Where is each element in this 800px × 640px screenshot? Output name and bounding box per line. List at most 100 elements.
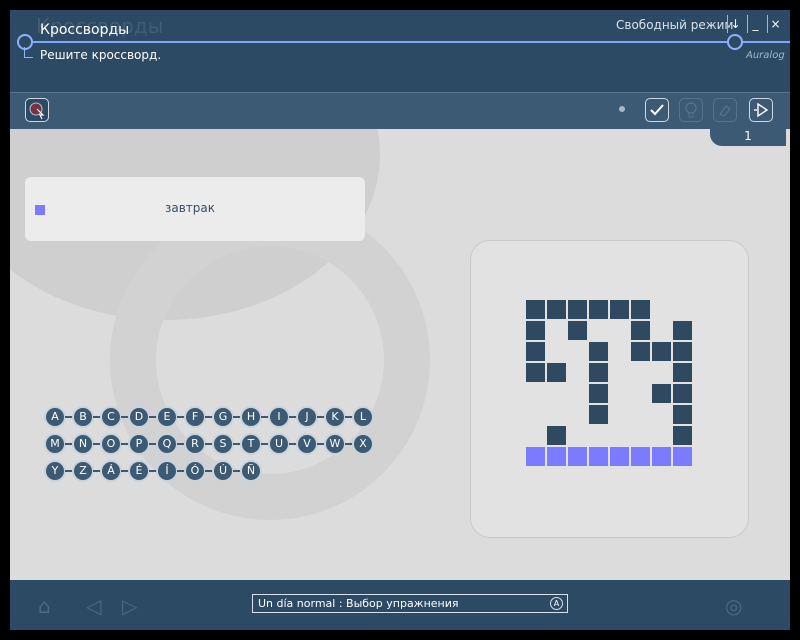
crossword-cell[interactable]	[526, 300, 545, 319]
crossword-cell[interactable]	[673, 342, 692, 361]
header-bracket	[24, 47, 33, 58]
status-dot	[619, 106, 625, 112]
check-button[interactable]	[645, 98, 669, 122]
letter-key[interactable]: Ó	[184, 460, 206, 482]
crossword-cell[interactable]	[631, 300, 650, 319]
letter-key[interactable]: Y	[44, 460, 66, 482]
crossword-cell-active[interactable]	[568, 447, 587, 466]
check-icon	[650, 104, 664, 116]
minimize-button[interactable]: _	[747, 15, 763, 33]
crossword-cell-active[interactable]	[610, 447, 629, 466]
letter-key[interactable]: G	[212, 406, 234, 428]
crossword-cell[interactable]	[673, 426, 692, 445]
footer: ⌂ ◁ ▷ Un día normal : Выбор упражнения A…	[10, 580, 790, 630]
letter-key[interactable]: H	[240, 406, 262, 428]
clue-text: завтрак	[165, 201, 216, 215]
toolbar	[10, 92, 790, 129]
letter-key[interactable]: E	[156, 406, 178, 428]
lesson-icon[interactable]: A	[550, 597, 563, 610]
letter-key[interactable]: N	[72, 433, 94, 455]
crossword-cell[interactable]	[673, 363, 692, 382]
crossword-cell[interactable]	[526, 342, 545, 361]
clue-panel: завтрак	[25, 177, 365, 241]
cursor-tool-button[interactable]	[25, 98, 49, 122]
letter-key[interactable]: O	[100, 433, 122, 455]
letter-key[interactable]: Ñ	[240, 460, 262, 482]
crossword-panel	[470, 240, 749, 538]
crossword-cell[interactable]	[568, 300, 587, 319]
clue-marker	[35, 205, 45, 215]
crossword-cell-active[interactable]	[589, 447, 608, 466]
home-icon[interactable]: ⌂	[38, 594, 51, 618]
app-window: Кроссворды Кроссворды Решите кроссворд. …	[10, 10, 790, 630]
letter-key[interactable]: A	[44, 406, 66, 428]
crossword-cell-active[interactable]	[673, 447, 692, 466]
back-icon[interactable]: ◁	[86, 594, 101, 618]
crossword-cell[interactable]	[526, 321, 545, 340]
forward-icon[interactable]: ▷	[122, 594, 137, 618]
crossword-cell-active[interactable]	[631, 447, 650, 466]
lightbulb-icon	[685, 102, 697, 118]
crossword-cell[interactable]	[547, 363, 566, 382]
crossword-cell[interactable]	[610, 300, 629, 319]
letter-key[interactable]: Á	[100, 460, 122, 482]
crossword-cell[interactable]	[631, 321, 650, 340]
crossword-cell[interactable]	[547, 300, 566, 319]
letter-key[interactable]: S	[212, 433, 234, 455]
letter-key[interactable]: X	[352, 433, 374, 455]
letter-key[interactable]: I	[268, 406, 290, 428]
page-number-tab: 1	[710, 128, 786, 146]
download-button[interactable]: ↓	[727, 15, 743, 33]
letter-key[interactable]: Z	[72, 460, 94, 482]
letter-key[interactable]: L	[352, 406, 374, 428]
crossword-cell[interactable]	[652, 342, 671, 361]
crossword-cell[interactable]	[673, 321, 692, 340]
letter-key[interactable]: M	[44, 433, 66, 455]
crossword-cell[interactable]	[673, 405, 692, 424]
crossword-cell[interactable]	[589, 384, 608, 403]
letter-key[interactable]: F	[184, 406, 206, 428]
crossword-cell[interactable]	[652, 384, 671, 403]
letter-key[interactable]: É	[128, 460, 150, 482]
play-next-icon	[754, 102, 769, 118]
eraser-button[interactable]	[713, 98, 737, 122]
hint-button[interactable]	[679, 98, 703, 122]
crossword-cell[interactable]	[568, 321, 587, 340]
page-subtitle: Решите кроссворд.	[40, 48, 162, 62]
crossword-cell-active[interactable]	[652, 447, 671, 466]
crossword-cell[interactable]	[589, 300, 608, 319]
crossword-cell[interactable]	[631, 342, 650, 361]
letter-key[interactable]: Í	[156, 460, 178, 482]
close-button[interactable]: ×	[767, 15, 783, 33]
letter-key[interactable]: Q	[156, 433, 178, 455]
letter-key[interactable]: J	[296, 406, 318, 428]
letter-key[interactable]: D	[128, 406, 150, 428]
header: Кроссворды Кроссворды Решите кроссворд. …	[10, 10, 790, 92]
letter-key[interactable]: P	[128, 433, 150, 455]
lesson-label: Un día normal : Выбор упражнения	[258, 597, 459, 610]
cursor-icon	[29, 102, 45, 120]
letter-key[interactable]: T	[240, 433, 262, 455]
letter-key[interactable]: W	[324, 433, 346, 455]
crossword-cell[interactable]	[589, 405, 608, 424]
letter-key[interactable]: K	[324, 406, 346, 428]
help-icon[interactable]: ◎	[725, 594, 742, 618]
mode-label[interactable]: Свободный режим	[616, 18, 733, 32]
letter-key[interactable]: C	[100, 406, 122, 428]
letter-key[interactable]: U	[268, 433, 290, 455]
eraser-icon	[719, 105, 731, 117]
crossword-cell-active[interactable]	[547, 447, 566, 466]
logo: Auralog	[746, 50, 785, 61]
crossword-cell-active[interactable]	[526, 447, 545, 466]
crossword-cell[interactable]	[547, 426, 566, 445]
letter-key[interactable]: Ú	[212, 460, 234, 482]
crossword-cell[interactable]	[673, 384, 692, 403]
lesson-bar[interactable]: Un día normal : Выбор упражнения A	[252, 594, 568, 613]
crossword-cell[interactable]	[589, 363, 608, 382]
crossword-cell[interactable]	[526, 363, 545, 382]
letter-key[interactable]: B	[72, 406, 94, 428]
next-button[interactable]	[749, 98, 773, 122]
crossword-cell[interactable]	[589, 342, 608, 361]
letter-key[interactable]: R	[184, 433, 206, 455]
letter-key[interactable]: V	[296, 433, 318, 455]
